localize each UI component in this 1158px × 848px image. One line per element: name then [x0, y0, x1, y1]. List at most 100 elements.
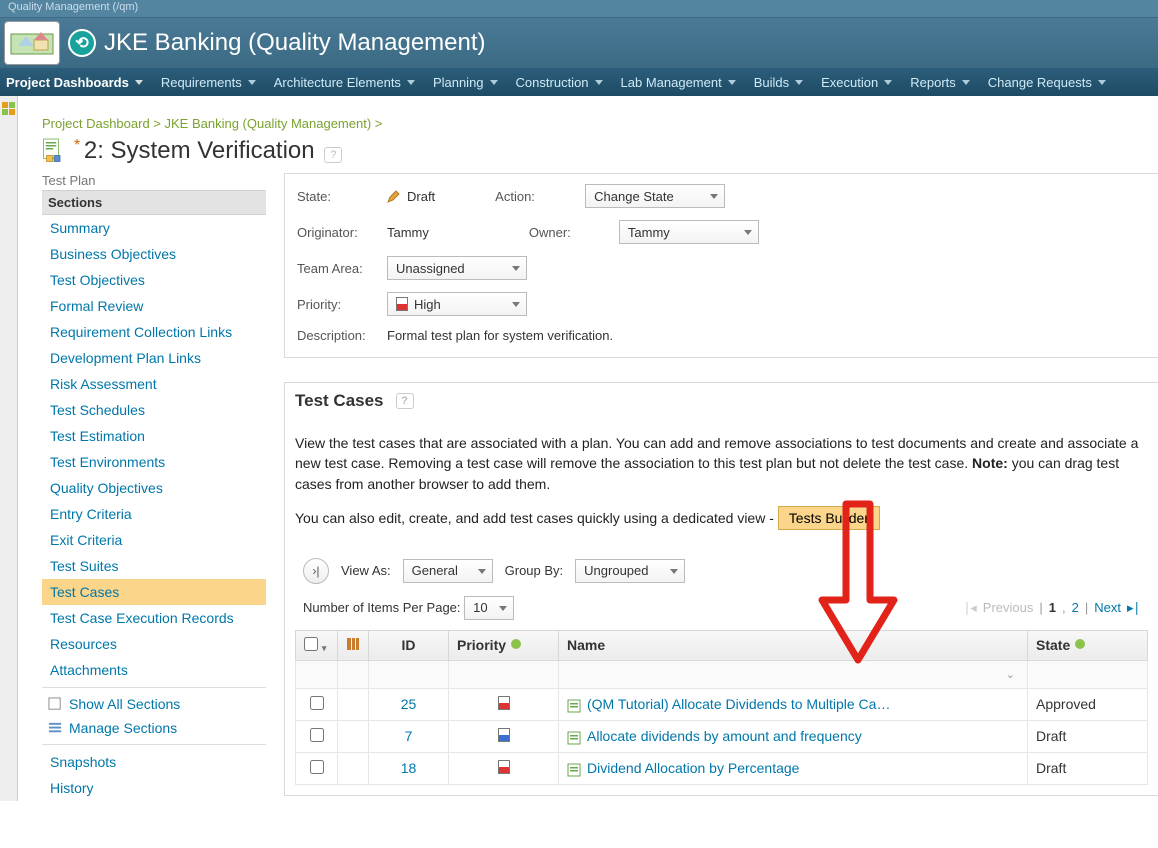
nav-project-dashboards[interactable]: Project Dashboards	[6, 75, 143, 90]
row-name-link[interactable]: Dividend Allocation by Percentage	[587, 760, 799, 776]
section-item[interactable]: Business Objectives	[42, 241, 266, 267]
col-id[interactable]: ID	[369, 630, 449, 660]
test-case-icon	[567, 731, 581, 745]
items-per-page-label: Number of Items Per Page:	[303, 600, 461, 615]
owner-select[interactable]: Tammy	[619, 220, 759, 244]
nav-planning[interactable]: Planning	[433, 75, 498, 90]
filter-icon	[1074, 638, 1086, 650]
row-checkbox[interactable]	[310, 728, 324, 742]
expand-button[interactable]: ›|	[303, 558, 329, 584]
tests-builder-button[interactable]: Tests Builder	[778, 506, 880, 530]
section-item[interactable]: Test Case Execution Records	[42, 605, 266, 631]
description-label: Description:	[297, 328, 387, 343]
pager-last-icon[interactable]: ▸∣	[1127, 600, 1140, 616]
team-area-label: Team Area:	[297, 261, 387, 276]
table-row: 7 Allocate dividends by amount and freque…	[296, 720, 1148, 752]
row-state: Draft	[1028, 752, 1148, 784]
main-nav: Project Dashboards Requirements Architec…	[0, 68, 1158, 96]
section-item[interactable]: Requirement Collection Links	[42, 319, 266, 345]
select-all-checkbox[interactable]	[304, 637, 318, 651]
help-icon[interactable]: ?	[396, 393, 414, 409]
section-item[interactable]: Exit Criteria	[42, 527, 266, 553]
sidebar-history[interactable]: History	[42, 775, 266, 801]
test-cases-heading: Test Cases	[295, 391, 384, 411]
pager-previous: Previous	[983, 600, 1034, 615]
tests-builder-row: You can also edit, create, and add test …	[295, 506, 1148, 530]
checkbox-icon	[48, 697, 63, 712]
breadcrumb-project-dashboard[interactable]: Project Dashboard	[42, 116, 150, 131]
originator-label: Originator:	[297, 225, 387, 240]
manage-sections[interactable]: Manage Sections	[42, 716, 266, 740]
modified-indicator: *	[74, 137, 80, 154]
group-by-select[interactable]: Ungrouped	[575, 559, 685, 583]
section-item[interactable]: Formal Review	[42, 293, 266, 319]
chevron-down-icon	[407, 80, 415, 85]
help-icon[interactable]: ?	[324, 147, 342, 163]
col-name[interactable]: Name	[559, 630, 1028, 660]
row-checkbox[interactable]	[310, 760, 324, 774]
section-item[interactable]: Summary	[42, 215, 266, 241]
items-per-page-select[interactable]: 10	[464, 596, 514, 620]
nav-lab-management[interactable]: Lab Management	[621, 75, 736, 90]
sections-header: Sections	[42, 190, 266, 215]
sidebar-snapshots[interactable]: Snapshots	[42, 749, 266, 775]
mini-rail	[0, 96, 18, 801]
priority-icon	[498, 696, 510, 710]
pager-next[interactable]: Next	[1094, 600, 1121, 615]
breadcrumb: Project Dashboard > JKE Banking (Quality…	[42, 116, 1158, 131]
nav-builds[interactable]: Builds	[754, 75, 803, 90]
row-checkbox[interactable]	[310, 696, 324, 710]
section-item[interactable]: Test Suites	[42, 553, 266, 579]
nav-construction[interactable]: Construction	[516, 75, 603, 90]
dashboard-grid-icon[interactable]	[2, 102, 16, 116]
view-as-select[interactable]: General	[403, 559, 493, 583]
action-label: Action:	[495, 189, 585, 204]
view-as-label: View As:	[341, 563, 391, 578]
row-name-link[interactable]: Allocate dividends by amount and frequen…	[587, 728, 862, 744]
list-icon	[48, 721, 63, 736]
sort-chevron-icon[interactable]: ⌄	[1006, 668, 1015, 681]
show-all-sections[interactable]: Show All Sections	[42, 692, 266, 716]
section-item[interactable]: Test Objectives	[42, 267, 266, 293]
row-id[interactable]: 18	[369, 752, 449, 784]
priority-select[interactable]: High	[387, 292, 527, 316]
home-button[interactable]	[4, 21, 60, 65]
chevron-down-icon	[490, 80, 498, 85]
team-area-select[interactable]: Unassigned	[387, 256, 527, 280]
chevron-down-icon	[512, 302, 520, 307]
section-item[interactable]: Test Schedules	[42, 397, 266, 423]
pager-page-2[interactable]: 2	[1072, 600, 1079, 615]
col-priority[interactable]: Priority	[449, 630, 559, 660]
row-name-link[interactable]: (QM Tutorial) Allocate Dividends to Mult…	[587, 696, 890, 712]
section-item[interactable]: Test Environments	[42, 449, 266, 475]
pager-page-1[interactable]: 1	[1049, 600, 1056, 615]
chevron-down-icon	[478, 569, 486, 574]
nav-requirements[interactable]: Requirements	[161, 75, 256, 90]
test-cases-table: ▾ ID Priority Name State ⌄ 25(QM Tutoria…	[295, 630, 1148, 785]
breadcrumb-project[interactable]: JKE Banking (Quality Management)	[165, 116, 372, 131]
table-row: 25 (QM Tutorial) Allocate Dividends to Mu…	[296, 688, 1148, 720]
nav-execution[interactable]: Execution	[821, 75, 892, 90]
row-id[interactable]: 7	[369, 720, 449, 752]
section-item[interactable]: Risk Assessment	[42, 371, 266, 397]
section-item[interactable]: Development Plan Links	[42, 345, 266, 371]
columns-icon[interactable]	[346, 637, 360, 651]
nav-architecture-elements[interactable]: Architecture Elements	[274, 75, 415, 90]
home-icon	[10, 26, 54, 60]
section-item[interactable]: Quality Objectives	[42, 475, 266, 501]
col-state[interactable]: State	[1028, 630, 1148, 660]
section-item[interactable]: Resources	[42, 631, 266, 657]
section-item[interactable]: Attachments	[42, 657, 266, 683]
section-item[interactable]: Test Cases	[42, 579, 266, 605]
action-select[interactable]: Change State	[585, 184, 725, 208]
edit-icon[interactable]	[387, 189, 401, 203]
row-id[interactable]: 25	[369, 688, 449, 720]
nav-reports[interactable]: Reports	[910, 75, 970, 90]
test-case-icon	[567, 699, 581, 713]
section-item[interactable]: Entry Criteria	[42, 501, 266, 527]
pager-first-icon[interactable]: ∣◂	[964, 600, 977, 616]
nav-change-requests[interactable]: Change Requests	[988, 75, 1106, 90]
section-item[interactable]: Test Estimation	[42, 423, 266, 449]
chevron-down-icon	[595, 80, 603, 85]
chevron-down-icon	[135, 80, 143, 85]
